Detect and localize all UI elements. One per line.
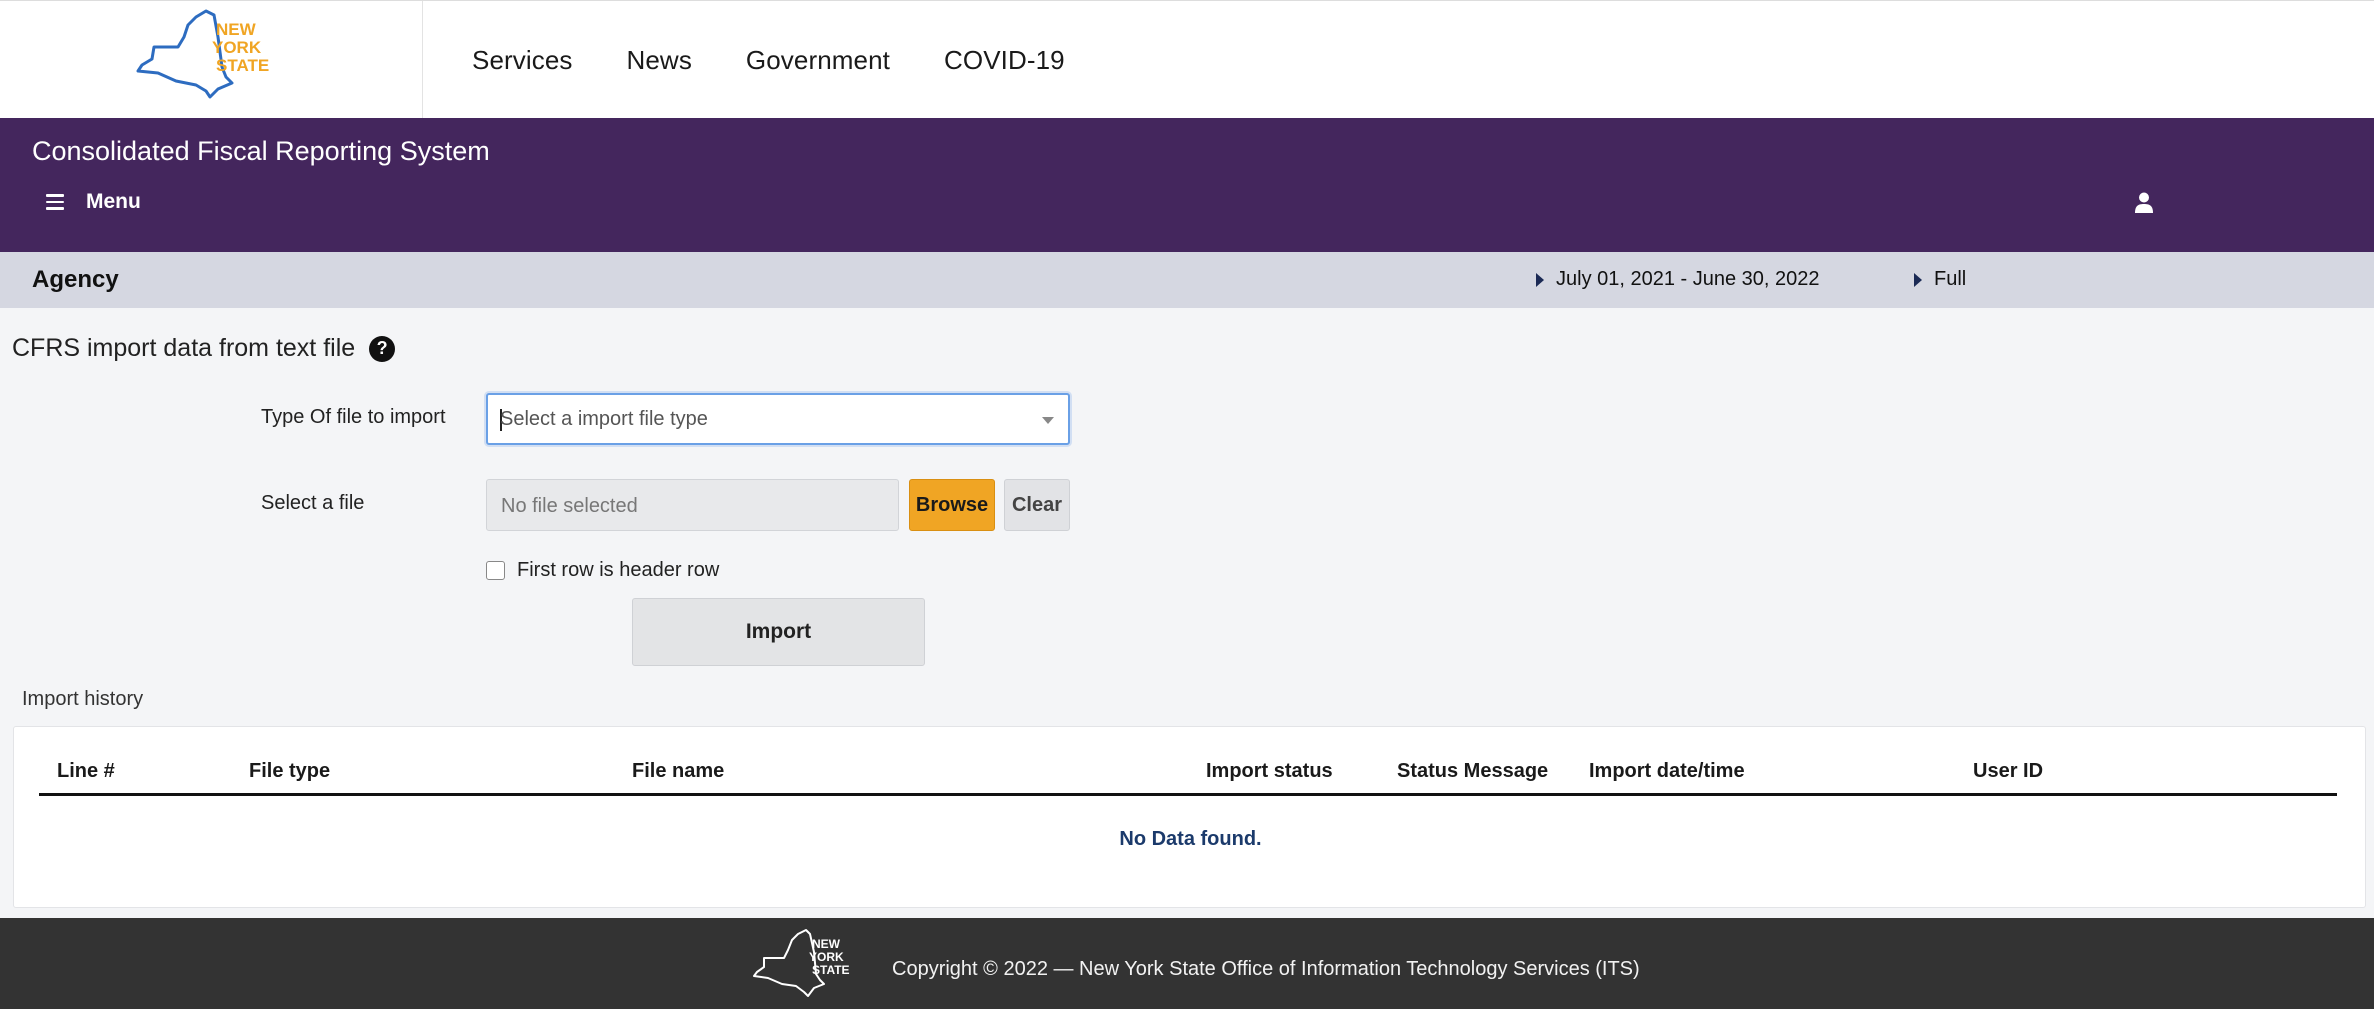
report-mode-selector[interactable]: Full (1914, 268, 1966, 291)
select-file-label: Select a file (261, 492, 365, 514)
footer-logo-text-line-2: YORK (809, 950, 844, 964)
footer-logo-text-line-1: NEW (812, 937, 841, 951)
column-header-file-type[interactable]: File type (249, 760, 330, 783)
column-header-file-name[interactable]: File name (632, 760, 724, 783)
nys-footer-logo-icon: NEW YORK STATE (753, 929, 850, 997)
fiscal-period-label: July 01, 2021 - June 30, 2022 (1556, 268, 1820, 290)
table-header-divider (39, 793, 2337, 796)
caret-right-icon (1536, 272, 1544, 287)
file-type-label: Type Of file to import (261, 406, 446, 428)
import-history-label: Import history (22, 688, 144, 710)
fiscal-period-selector[interactable]: July 01, 2021 - June 30, 2022 (1536, 268, 1820, 291)
nav-news-link[interactable]: News (627, 45, 692, 76)
report-mode-label: Full (1934, 268, 1967, 290)
context-title: Agency (32, 266, 119, 293)
footer-logo-text-line-3: STATE (812, 963, 850, 977)
app-title: Consolidated Fiscal Reporting System (32, 136, 490, 166)
logo-text-line-1: NEW (216, 20, 257, 39)
page: NEW YORK STATE Services News Government … (0, 0, 2374, 1009)
dropdown-arrow-icon (1042, 417, 1054, 424)
user-icon[interactable] (2134, 192, 2154, 214)
nys-logo-link[interactable]: NEW YORK STATE (0, 1, 423, 119)
column-header-status-message[interactable]: Status Message (1397, 760, 1548, 783)
logo-text-line-3: STATE (216, 56, 269, 75)
selected-file-value: No file selected (501, 495, 638, 517)
global-header: NEW YORK STATE Services News Government … (0, 0, 2374, 119)
column-header-import-status[interactable]: Import status (1206, 760, 1333, 783)
caret-right-icon (1914, 272, 1922, 287)
nav-government-link[interactable]: Government (746, 45, 890, 76)
header-row-checkbox[interactable] (486, 561, 505, 580)
logo-text-line-2: YORK (212, 38, 262, 57)
page-heading: CFRS import data from text file ? (12, 334, 396, 363)
column-header-line[interactable]: Line # (57, 760, 115, 783)
page-title: CFRS import data from text file (12, 334, 356, 362)
nys-logo-icon: NEW YORK STATE (136, 9, 269, 99)
import-button[interactable]: Import (632, 598, 925, 666)
selected-file-field[interactable]: No file selected (486, 479, 899, 531)
footer: NEW YORK STATE Copyright © 2022 — New Yo… (0, 918, 2374, 1009)
browse-button[interactable]: Browse (909, 479, 995, 531)
footer-copyright: Copyright © 2022 — New York State Office… (892, 958, 1640, 980)
clear-button[interactable]: Clear (1004, 479, 1070, 531)
global-nav: Services News Government COVID-19 (472, 45, 1065, 76)
empty-table-message: No Data found. (1119, 828, 1262, 850)
column-header-import-date[interactable]: Import date/time (1589, 760, 1745, 783)
file-type-placeholder: Select a import file type (500, 408, 708, 430)
column-header-user-id[interactable]: User ID (1973, 760, 2043, 783)
header-row-label[interactable]: First row is header row (517, 559, 719, 582)
hamburger-icon (46, 194, 66, 210)
app-bar: Consolidated Fiscal Reporting System Men… (0, 118, 2374, 252)
menu-label: Menu (86, 190, 141, 213)
help-icon[interactable]: ? (369, 335, 396, 362)
menu-button[interactable]: Menu (46, 190, 141, 214)
nav-services-link[interactable]: Services (472, 45, 573, 76)
import-history-table: Line # File type File name Import status… (13, 726, 2366, 908)
file-type-select[interactable]: Select a import file type (486, 393, 1070, 445)
context-bar: Agency July 01, 2021 - June 30, 2022 Ful… (0, 252, 2374, 308)
header-row-option: First row is header row (486, 559, 719, 582)
nav-covid19-link[interactable]: COVID-19 (944, 45, 1065, 76)
